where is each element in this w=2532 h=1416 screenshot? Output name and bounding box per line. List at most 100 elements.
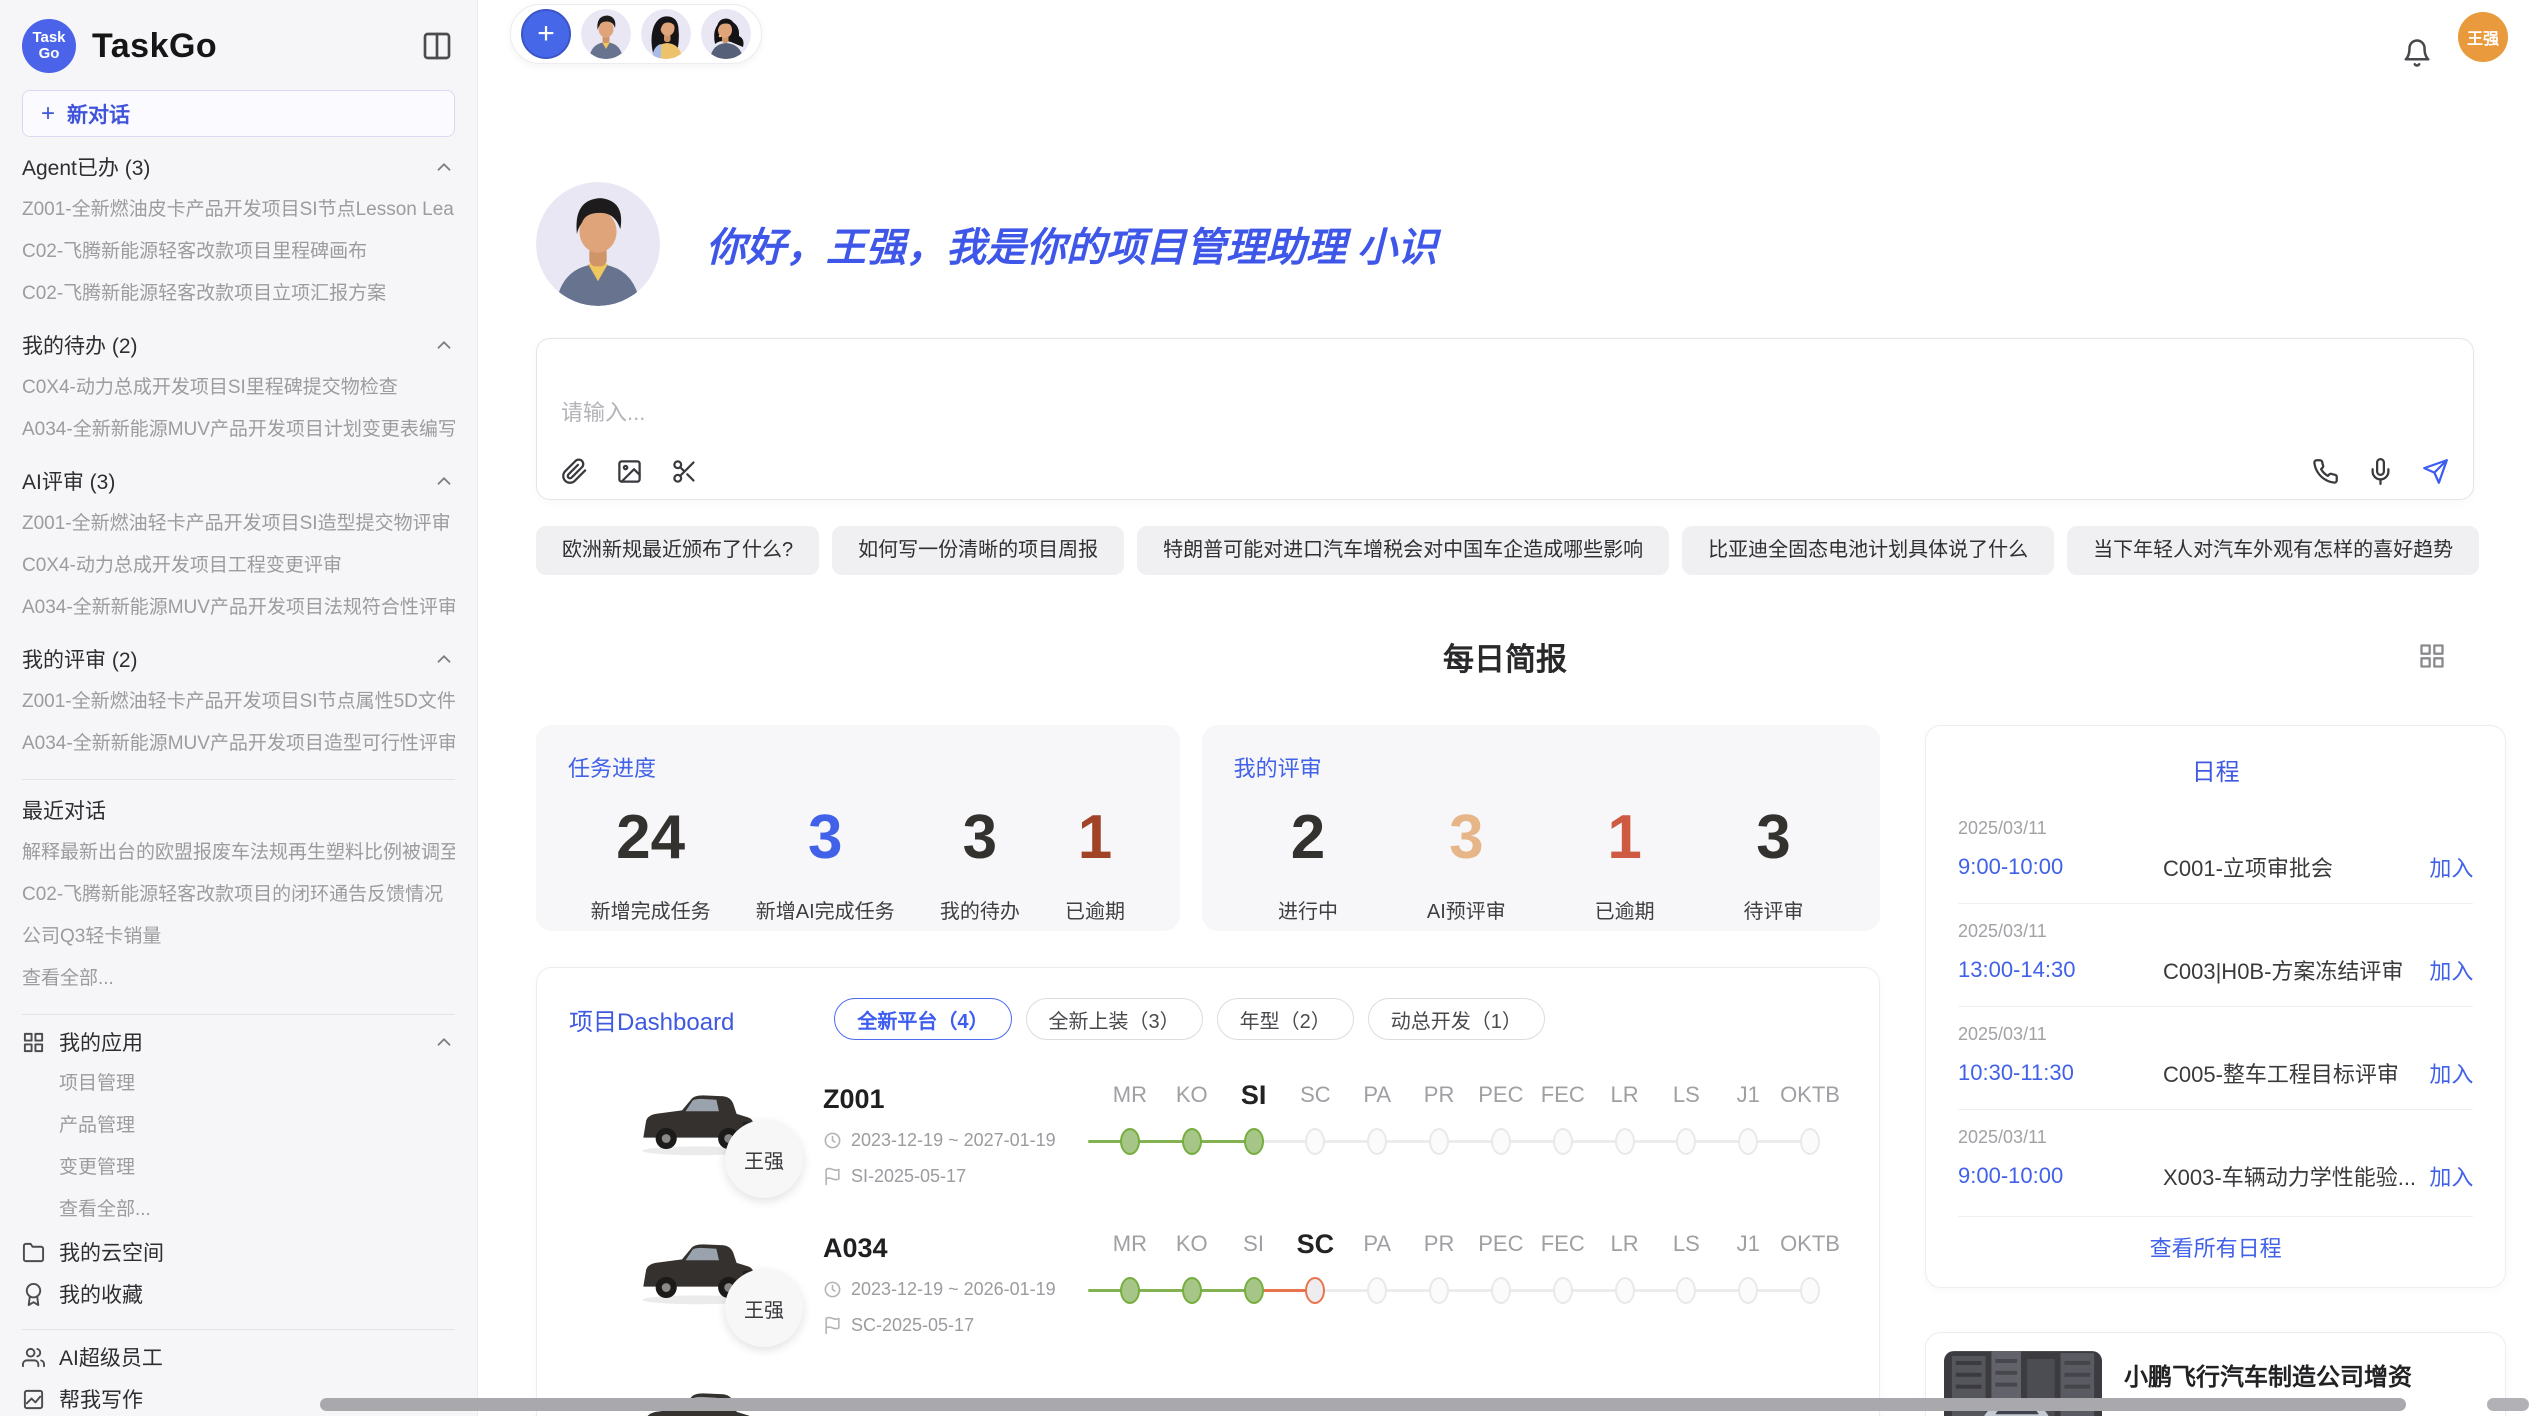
send-icon[interactable]	[2422, 458, 2449, 485]
right-column: 日程 2025/03/11 9:00-10:00 C001-立项审批会 加入	[1925, 725, 2506, 1416]
project-row[interactable]: 王强 A034 2023-12-19 ~ 2026-01-19 SC-2025-…	[569, 1223, 1847, 1336]
milestone-label: KO	[1176, 1223, 1208, 1265]
contact-avatar-1[interactable]	[581, 9, 631, 59]
conversation-item[interactable]: C0X4-动力总成开发项目工程变更评审	[22, 545, 455, 587]
suggestion-chip[interactable]: 特朗普可能对进口汽车增税会对中国车企造成哪些影响	[1137, 526, 1669, 575]
sidebar-collapse-icon[interactable]	[421, 30, 453, 62]
project-date-range: 2023-12-19 ~ 2027-01-19	[823, 1130, 1071, 1151]
conversation-item[interactable]: 公司Q3轻卡销量	[22, 916, 455, 958]
briefing-header: 每日简报	[536, 636, 2474, 676]
milestone-dot	[1367, 1128, 1387, 1155]
contact-avatar-2[interactable]	[641, 9, 691, 59]
conversation-item[interactable]: A034-全新新能源MUV产品开发项目造型可行性评审	[22, 723, 455, 765]
plus-icon: +	[41, 100, 55, 128]
sidebar-item-my-apps[interactable]: 我的应用	[22, 1021, 455, 1063]
avatar-woman-icon	[701, 9, 751, 59]
stat: 3 AI预评审	[1427, 805, 1506, 924]
columns: 任务进度 24 新增完成任务 3	[536, 725, 2474, 1416]
message-input[interactable]	[561, 395, 1883, 475]
milestone-dot	[1553, 1277, 1573, 1304]
conversation-item[interactable]: Z001-全新燃油轻卡产品开发项目SI造型提交物评审	[22, 503, 455, 545]
stat: 3 新增AI完成任务	[756, 805, 895, 924]
conversation-item[interactable]: Z001-全新燃油皮卡产品开发项目SI节点Lesson Learn报告	[22, 189, 455, 231]
chevron-up-icon	[433, 1031, 455, 1053]
join-link[interactable]: 加入	[2429, 1160, 2473, 1192]
chevron-up-icon	[433, 648, 455, 670]
schedule-time: 9:00-10:00	[1958, 854, 2163, 880]
schedule-event-title: C001-立项审批会	[2163, 851, 2429, 883]
conversation-item[interactable]: C02-飞腾新能源轻客改款项目的闭环通告反馈情况	[22, 874, 455, 916]
avatar-woman-icon	[641, 9, 691, 59]
logo-text-bottom: Go	[39, 46, 60, 62]
schedule-item: 2025/03/11 9:00-10:00 C001-立项审批会 加入	[1958, 801, 2473, 903]
join-link[interactable]: 加入	[2429, 1057, 2473, 1089]
phone-icon[interactable]	[2312, 458, 2339, 485]
dashboard-tab[interactable]: 动总开发（1）	[1368, 998, 1545, 1040]
suggestion-chip[interactable]: 如何写一份清晰的项目周报	[832, 526, 1124, 575]
join-link[interactable]: 加入	[2429, 851, 2473, 883]
conversation-item[interactable]: C02-飞腾新能源轻客改款项目立项汇报方案	[22, 273, 455, 315]
milestone-dot	[1429, 1277, 1449, 1304]
milestone-label: OKTB	[1780, 1223, 1840, 1265]
app-item[interactable]: 产品管理	[22, 1105, 455, 1147]
conversation-item[interactable]: A034-全新新能源MUV产品开发项目计划变更表编写	[22, 409, 455, 451]
flag-icon	[823, 1316, 842, 1335]
scissors-icon[interactable]	[671, 458, 698, 485]
stat-items: 2 进行中 3 AI预评审	[1234, 805, 1848, 924]
milestone-label: KO	[1176, 1074, 1208, 1116]
app-item[interactable]: 查看全部...	[22, 1189, 455, 1231]
milestone-dot	[1738, 1128, 1758, 1155]
conversation-item[interactable]: 解释最新出台的欧盟报废车法规再生塑料比例被调至15%...	[22, 832, 455, 874]
join-link[interactable]: 加入	[2429, 954, 2473, 986]
dashboard-tab[interactable]: 全新平台（4）	[834, 998, 1011, 1040]
milestone-dot	[1800, 1128, 1820, 1155]
left-column: 任务进度 24 新增完成任务 3	[536, 725, 1880, 1416]
user-avatar[interactable]: 王强	[2458, 12, 2508, 62]
conversation-item[interactable]: C0X4-动力总成开发项目SI里程碑提交物检查	[22, 367, 455, 409]
app-items: 项目管理产品管理变更管理查看全部...	[22, 1063, 455, 1231]
section-items: C0X4-动力总成开发项目SI里程碑提交物检查A034-全新新能源MUV产品开发…	[22, 367, 455, 451]
dashboard-tab[interactable]: 年型（2）	[1217, 998, 1354, 1040]
add-contact-button[interactable]: +	[521, 9, 571, 59]
app-item[interactable]: 变更管理	[22, 1147, 455, 1189]
horizontal-scrollbar-end[interactable]	[2487, 1398, 2529, 1411]
sidebar-item-favorites[interactable]: 我的收藏	[22, 1273, 455, 1315]
new-chat-button[interactable]: + 新对话	[22, 90, 455, 137]
stat-value: 24	[616, 805, 685, 871]
paperclip-icon[interactable]	[561, 458, 588, 485]
bell-icon[interactable]	[2402, 38, 2432, 68]
suggestion-chip[interactable]: 欧洲新规最近颁布了什么?	[536, 526, 819, 575]
milestone-dot	[1615, 1277, 1635, 1304]
conversation-item[interactable]: C02-飞腾新能源轻客改款项目里程碑画布	[22, 231, 455, 273]
sidebar-section-my-todo[interactable]: 我的待办 (2)	[22, 323, 455, 367]
milestone-label: J1	[1737, 1074, 1760, 1116]
project-row[interactable]: 王强 Z001 2023-12-19 ~ 2027-01-19 SI-2025-…	[569, 1074, 1847, 1187]
dashboard-tab[interactable]: 全新上装（3）	[1026, 998, 1203, 1040]
sidebar-section-agent-done[interactable]: Agent已办 (3)	[22, 145, 455, 189]
view-all-schedule-link[interactable]: 查看所有日程	[1958, 1216, 2473, 1267]
sidebar-item-cloud-space[interactable]: 我的云空间	[22, 1231, 455, 1273]
suggestion-chip[interactable]: 比亚迪全固态电池计划具体说了什么	[1682, 526, 2054, 575]
microphone-icon[interactable]	[2367, 458, 2394, 485]
stat: 3 待评审	[1744, 805, 1804, 924]
conversation-item[interactable]: A034-全新新能源MUV产品开发项目法规符合性评审	[22, 587, 455, 629]
sidebar-item-ai-employee[interactable]: AI超级员工	[22, 1336, 455, 1378]
layout-grid-icon[interactable]	[2418, 642, 2446, 670]
sidebar-section-my-review[interactable]: 我的评审 (2)	[22, 637, 455, 681]
stat-value: 3	[808, 805, 842, 871]
cloud-space-label: 我的云空间	[59, 1237, 164, 1267]
conversation-item[interactable]: Z001-全新燃油轻卡产品开发项目SI节点属性5D文件评审	[22, 681, 455, 723]
project-thumbnail: 王强	[631, 1223, 763, 1315]
app-item[interactable]: 项目管理	[22, 1063, 455, 1105]
sidebar-section-ai-review[interactable]: AI评审 (3)	[22, 459, 455, 503]
schedule-item-row: 10:30-11:30 C005-整车工程目标评审 加入	[1958, 1057, 2473, 1089]
image-icon[interactable]	[616, 458, 643, 485]
suggestion-chip[interactable]: 当下年轻人对汽车外观有怎样的喜好趋势	[2067, 526, 2479, 575]
milestone-label: FEC	[1541, 1074, 1585, 1116]
greeting-text: 你好，王强，我是你的项目管理助理 小识	[706, 215, 1437, 273]
divider	[22, 1329, 455, 1330]
contact-avatar-3[interactable]	[701, 9, 751, 59]
composer	[536, 338, 2474, 500]
horizontal-scrollbar-thumb[interactable]	[320, 1398, 2406, 1411]
conversation-item[interactable]: 查看全部...	[22, 958, 455, 1000]
